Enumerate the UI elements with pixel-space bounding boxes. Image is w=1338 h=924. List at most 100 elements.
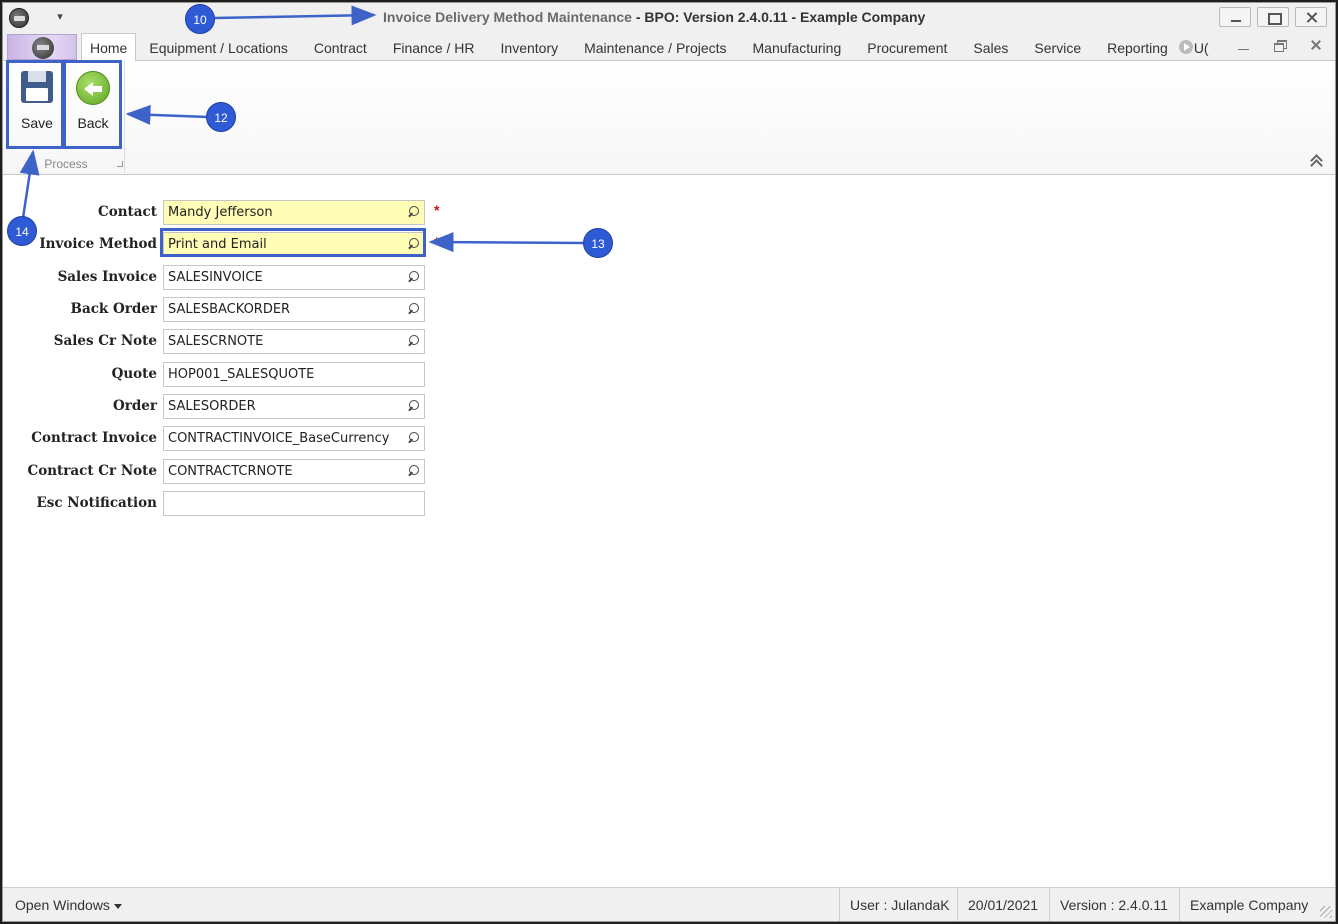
esc-notification-label: Esc Notification <box>36 495 158 511</box>
back-order-value: SALESBACKORDER <box>168 302 291 317</box>
process-group-label: Process <box>44 157 88 171</box>
sales-cr-note-value: SALESCRNOTE <box>168 334 264 349</box>
form-row-esc-notification: Esc Notification <box>3 490 603 516</box>
status-user: User : JulandaK <box>839 888 960 921</box>
sales-invoice-field[interactable]: SALESINVOICE <box>163 265 425 290</box>
close-button[interactable] <box>1295 7 1327 27</box>
order-value: SALESORDER <box>168 399 256 414</box>
search-icon[interactable] <box>407 465 419 477</box>
annotation-marker-14: 14 <box>7 216 37 246</box>
contract-invoice-value: CONTRACTINVOICE_BaseCurrency <box>168 431 390 446</box>
window-title: Invoice Delivery Method Maintenance - BP… <box>383 9 925 25</box>
invoice-method-value: Print and Email <box>168 237 267 252</box>
quote-label: Quote <box>111 366 157 382</box>
ribbon-tab-bar: Home Equipment / Locations Contract Finance… <box>3 33 1335 62</box>
back-arrow-icon <box>76 71 110 105</box>
sales-invoice-label: Sales Invoice <box>57 269 157 285</box>
tab-home[interactable]: Home <box>81 33 137 62</box>
status-version: Version : 2.4.0.11 <box>1049 888 1178 921</box>
back-label: Back <box>77 115 109 131</box>
sales-cr-note-label: Sales Cr Note <box>53 333 157 349</box>
sales-invoice-value: SALESINVOICE <box>168 270 263 285</box>
form-row-sales-cr-note: Sales Cr Note SALESCRNOTE <box>3 328 603 354</box>
annotation-marker-12: 12 <box>206 102 236 132</box>
tab-procurement[interactable]: Procurement <box>854 33 960 61</box>
search-icon[interactable] <box>407 238 419 250</box>
annotation-marker-10: 10 <box>185 4 215 34</box>
tab-equipment-locations[interactable]: Equipment / Locations <box>136 33 301 61</box>
save-label: Save <box>21 115 53 131</box>
window-title-form: Invoice Delivery Method Maintenance <box>383 9 632 25</box>
tab-finance-hr[interactable]: Finance / HR <box>380 33 488 61</box>
application-menu-button[interactable] <box>7 34 77 60</box>
floppy-disk-icon <box>21 71 53 103</box>
app-menu-logo-icon <box>32 37 54 59</box>
form-row-order: Order SALESORDER <box>3 393 603 419</box>
window-title-app: BPO: Version 2.4.0.11 - Example Company <box>644 9 926 25</box>
tab-inventory[interactable]: Inventory <box>488 33 572 61</box>
search-icon[interactable] <box>407 400 419 412</box>
invoice-method-field[interactable]: Print and Email <box>163 232 425 257</box>
status-bar: Open Windows User : JulandaK 20/01/2021 … <box>3 887 1335 921</box>
ribbon-tabs: Home Equipment / Locations Contract Finance… <box>81 33 1222 62</box>
contract-invoice-label: Contract Invoice <box>31 430 157 446</box>
form-row-invoice-method: Invoice Method Print and Email * <box>3 231 603 257</box>
quick-access-dropdown-icon[interactable]: ▾ <box>53 9 67 25</box>
tab-reporting[interactable]: Reporting <box>1094 33 1181 61</box>
search-icon[interactable] <box>407 432 419 444</box>
esc-notification-field[interactable] <box>163 491 425 516</box>
open-windows-label: Open Windows <box>15 897 110 913</box>
search-icon[interactable] <box>407 303 419 315</box>
annotation-marker-13: 13 <box>583 228 613 258</box>
contact-value: Mandy Jefferson <box>168 205 273 220</box>
sales-cr-note-field[interactable]: SALESCRNOTE <box>163 329 425 354</box>
app-window: ▾ Invoice Delivery Method Maintenance - … <box>2 2 1336 922</box>
quote-value: HOP001_SALESQUOTE <box>168 367 315 382</box>
contact-required-marker: * <box>434 202 440 218</box>
document-minimize-button[interactable] <box>1237 39 1251 53</box>
group-dialog-launcher-icon[interactable] <box>117 161 123 167</box>
contract-invoice-field[interactable]: CONTRACTINVOICE_BaseCurrency <box>163 426 425 451</box>
minimize-button[interactable] <box>1219 7 1251 27</box>
status-company: Example Company <box>1179 888 1318 921</box>
collapse-ribbon-icon[interactable] <box>1309 155 1323 167</box>
document-close-button[interactable] <box>1309 39 1323 53</box>
contract-cr-note-field[interactable]: CONTRACTCRNOTE <box>163 459 425 484</box>
window-title-separator: - <box>631 9 645 25</box>
maximize-button[interactable] <box>1257 7 1289 27</box>
form-row-quote: Quote HOP001_SALESQUOTE <box>3 361 603 387</box>
process-group: Save Back Process <box>7 61 125 173</box>
window-controls <box>1219 7 1327 27</box>
contact-label: Contact <box>97 204 157 220</box>
back-order-field[interactable]: SALESBACKORDER <box>163 297 425 322</box>
tab-contract[interactable]: Contract <box>301 33 380 61</box>
search-icon[interactable] <box>407 271 419 283</box>
contract-cr-note-label: Contract Cr Note <box>27 463 157 479</box>
search-icon[interactable] <box>407 206 419 218</box>
quote-field[interactable]: HOP001_SALESQUOTE <box>163 362 425 387</box>
contract-cr-note-value: CONTRACTCRNOTE <box>168 464 293 479</box>
document-restore-button[interactable] <box>1273 39 1287 53</box>
tab-maintenance-projects[interactable]: Maintenance / Projects <box>571 33 739 61</box>
contact-field[interactable]: Mandy Jefferson <box>163 200 425 225</box>
form-row-contract-cr-note: Contract Cr Note CONTRACTCRNOTE <box>3 458 603 484</box>
form-row-contact: Contact Mandy Jefferson * <box>3 199 603 225</box>
back-order-label: Back Order <box>70 301 157 317</box>
resize-grip-icon[interactable] <box>1320 906 1332 918</box>
tab-sales[interactable]: Sales <box>960 33 1021 61</box>
open-windows-caret-icon <box>113 903 122 909</box>
save-button[interactable]: Save <box>9 63 65 149</box>
tab-manufacturing[interactable]: Manufacturing <box>740 33 855 61</box>
order-field[interactable]: SALESORDER <box>163 394 425 419</box>
tab-service[interactable]: Service <box>1021 33 1094 61</box>
invoice-method-label: Invoice Method <box>39 236 157 252</box>
status-date: 20/01/2021 <box>957 888 1048 921</box>
open-windows-menu[interactable]: Open Windows <box>15 897 122 913</box>
order-label: Order <box>112 398 157 414</box>
app-logo-icon[interactable] <box>9 8 29 28</box>
back-button[interactable]: Back <box>65 63 121 149</box>
search-icon[interactable] <box>407 335 419 347</box>
tab-scroll-right-icon[interactable] <box>1179 40 1193 54</box>
invoice-method-required-marker: * <box>434 234 440 250</box>
ribbon-panel: Save Back Process <box>3 61 1335 175</box>
